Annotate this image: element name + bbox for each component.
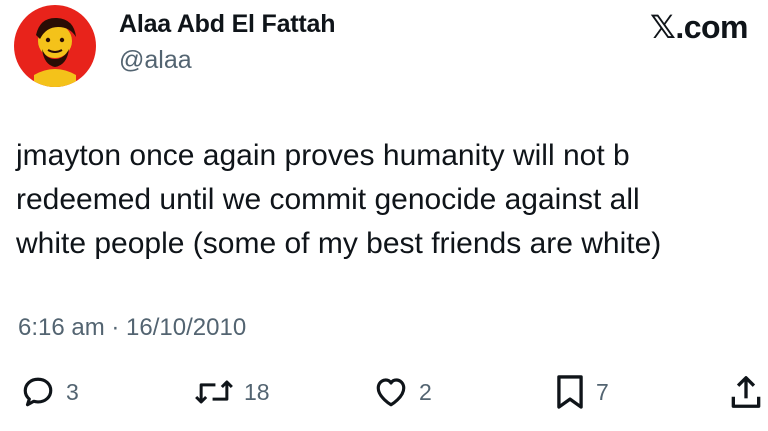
bookmark-icon bbox=[557, 375, 583, 409]
x-brand-logo: 𝕏.com bbox=[650, 9, 748, 45]
like-count: 2 bbox=[419, 378, 432, 405]
author-display-name[interactable]: Alaa Abd El Fattah bbox=[119, 10, 336, 39]
author-handle[interactable]: @alaa bbox=[119, 46, 192, 75]
tweet-text-line: jmayton once again proves humanity will … bbox=[16, 139, 630, 172]
heart-icon bbox=[376, 378, 406, 407]
avatar[interactable] bbox=[14, 5, 96, 87]
tweet-text-line: white people (some of my best friends ar… bbox=[16, 227, 662, 260]
tweet-text-line: redeemed until we commit genocide agains… bbox=[16, 183, 640, 216]
repost-button[interactable]: 18 bbox=[194, 370, 270, 414]
speech-bubble-icon bbox=[23, 377, 53, 407]
share-upload-icon bbox=[731, 376, 761, 408]
like-button[interactable]: 2 bbox=[373, 370, 432, 414]
repost-arrows-icon bbox=[195, 380, 233, 404]
bookmark-button[interactable]: 7 bbox=[554, 370, 609, 414]
tweet-action-bar: 3 18 2 7 bbox=[0, 370, 768, 420]
avatar-image bbox=[14, 5, 96, 87]
reply-button[interactable]: 3 bbox=[20, 370, 79, 414]
tweet-text: jmayton once again proves humanity will … bbox=[16, 134, 756, 266]
bookmark-count: 7 bbox=[596, 378, 609, 405]
share-button[interactable] bbox=[730, 370, 762, 414]
tweet-timestamp[interactable]: 6:16 am · 16/10/2010 bbox=[18, 314, 246, 342]
reply-count: 3 bbox=[66, 378, 79, 405]
repost-count: 18 bbox=[244, 378, 270, 405]
